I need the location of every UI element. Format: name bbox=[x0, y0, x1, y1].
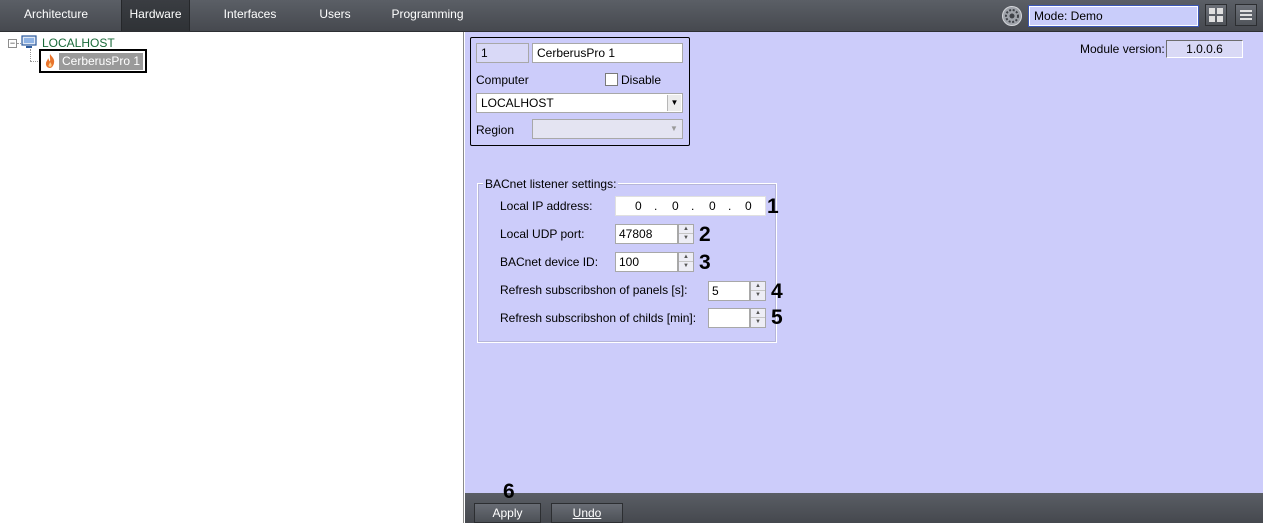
disable-label: Disable bbox=[621, 73, 662, 87]
device-id-label: BACnet device ID: bbox=[500, 255, 599, 269]
hardware-tree-panel bbox=[0, 32, 464, 523]
spin-down-icon[interactable]: ▼ bbox=[751, 291, 765, 300]
spin-down-icon[interactable]: ▼ bbox=[751, 318, 765, 327]
gear-icon-svg bbox=[1005, 9, 1019, 23]
spin-down-icon[interactable]: ▼ bbox=[679, 262, 693, 271]
udp-port-input[interactable]: 47808 bbox=[615, 224, 678, 244]
local-ip-input[interactable]: 0 . 0 . 0 . 0 bbox=[615, 196, 766, 216]
chevron-down-icon: ▼ bbox=[667, 121, 681, 137]
refresh-childs-input[interactable] bbox=[708, 308, 750, 328]
region-select[interactable]: ▼ bbox=[532, 119, 683, 139]
refresh-panels-label: Refresh subscribshon of panels [s]: bbox=[500, 283, 688, 297]
computer-icon bbox=[21, 35, 37, 49]
spin-down-icon[interactable]: ▼ bbox=[679, 234, 693, 243]
layout-grid-icon[interactable] bbox=[1205, 4, 1227, 26]
callout-6: 6 bbox=[503, 480, 515, 503]
udp-port-spinner[interactable]: ▲ ▼ bbox=[678, 224, 694, 244]
top-navigation-bar: Architecture Hardware Interfaces Users P… bbox=[0, 0, 1263, 32]
tree-node-cerberuspro[interactable]: CerberusPro 1 bbox=[59, 53, 144, 70]
device-id-field[interactable]: 1 bbox=[476, 43, 529, 63]
tab-users[interactable]: Users bbox=[310, 0, 360, 31]
apply-button[interactable]: Apply bbox=[474, 503, 541, 523]
region-label: Region bbox=[476, 123, 515, 137]
refresh-panels-spinner[interactable]: ▲ ▼ bbox=[750, 281, 766, 301]
callout-4: 4 bbox=[771, 280, 783, 303]
disable-checkbox[interactable] bbox=[605, 73, 618, 86]
grid-glyph bbox=[1209, 8, 1223, 22]
ip-octet-4[interactable]: 0 bbox=[745, 199, 752, 213]
bacnet-settings-legend: BACnet listener settings: bbox=[483, 177, 619, 191]
tree-connector bbox=[30, 49, 31, 61]
spin-up-icon[interactable]: ▲ bbox=[679, 225, 693, 234]
ip-dot: . bbox=[654, 199, 658, 213]
device-id-spinner[interactable]: ▲ ▼ bbox=[678, 252, 694, 272]
callout-5: 5 bbox=[771, 306, 783, 329]
local-ip-label: Local IP address: bbox=[500, 199, 593, 213]
menu-icon[interactable] bbox=[1235, 4, 1257, 26]
refresh-childs-spinner[interactable]: ▲ ▼ bbox=[750, 308, 766, 328]
mode-field[interactable]: Mode: Demo bbox=[1028, 5, 1199, 27]
ip-octet-1[interactable]: 0 bbox=[635, 199, 642, 213]
ip-octet-3[interactable]: 0 bbox=[709, 199, 716, 213]
module-version-label: Module version: bbox=[1080, 42, 1165, 56]
chevron-down-icon[interactable]: ▼ bbox=[667, 95, 681, 111]
menu-glyph bbox=[1240, 10, 1252, 20]
callout-1: 1 bbox=[767, 195, 779, 218]
ip-dot: . bbox=[691, 199, 695, 213]
tab-programming[interactable]: Programming bbox=[385, 0, 470, 31]
tab-architecture[interactable]: Architecture bbox=[14, 0, 98, 31]
refresh-childs-label: Refresh subscribshon of childs [min]: bbox=[500, 311, 697, 325]
fire-icon bbox=[43, 53, 57, 69]
tab-interfaces[interactable]: Interfaces bbox=[215, 0, 285, 31]
tree-collapse-toggle[interactable]: − bbox=[8, 39, 17, 48]
undo-button[interactable]: Undo bbox=[551, 503, 623, 523]
ip-dot: . bbox=[728, 199, 732, 213]
ip-octet-2[interactable]: 0 bbox=[672, 199, 679, 213]
settings-gear-icon[interactable] bbox=[1002, 6, 1022, 26]
tree-node-localhost[interactable]: LOCALHOST bbox=[42, 36, 115, 50]
callout-3: 3 bbox=[699, 251, 711, 274]
module-version-value: 1.0.0.6 bbox=[1166, 40, 1243, 58]
bacnet-device-id-input[interactable]: 100 bbox=[615, 252, 678, 272]
spin-up-icon[interactable]: ▲ bbox=[751, 309, 765, 318]
device-name-field[interactable]: CerberusPro 1 bbox=[532, 43, 683, 63]
spin-up-icon[interactable]: ▲ bbox=[751, 282, 765, 291]
tab-hardware[interactable]: Hardware bbox=[121, 0, 190, 31]
spin-up-icon[interactable]: ▲ bbox=[679, 253, 693, 262]
computer-label: Computer bbox=[476, 73, 529, 87]
refresh-panels-input[interactable]: 5 bbox=[708, 281, 750, 301]
computer-select[interactable]: LOCALHOST ▼ bbox=[476, 93, 683, 113]
computer-select-value: LOCALHOST bbox=[481, 96, 554, 110]
callout-2: 2 bbox=[699, 223, 711, 246]
udp-port-label: Local UDP port: bbox=[500, 227, 585, 241]
